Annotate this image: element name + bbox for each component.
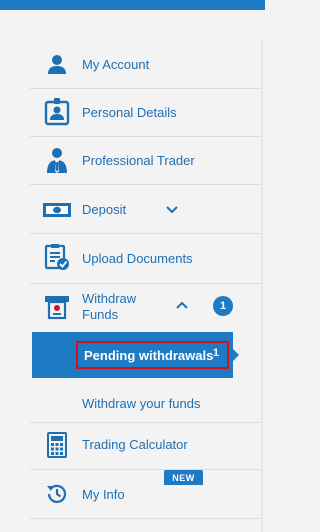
menu-item-label: Professional Trader — [82, 153, 195, 168]
menu-item-withdraw-funds[interactable]: Withdraw Funds 1 — [30, 284, 262, 332]
menu-item-trading-calculator[interactable]: Trading Calculator — [30, 423, 262, 470]
history-clock-icon — [42, 479, 72, 509]
id-badge-icon — [42, 97, 72, 127]
document-check-icon — [42, 242, 72, 272]
menu-item-label: Deposit — [82, 202, 127, 217]
chevron-up-icon[interactable] — [174, 297, 190, 313]
menu-item-label: Personal Details — [82, 105, 177, 120]
user-icon — [42, 49, 72, 79]
menu-item-my-info[interactable]: My Info — [30, 484, 262, 519]
menu-item-label: Upload Documents — [82, 251, 193, 266]
submenu-item-label: Pending withdrawals — [84, 348, 214, 363]
menu-item-label: Trading Calculator — [82, 437, 188, 452]
menu-item-label: Withdraw Funds — [82, 291, 137, 322]
calculator-icon — [42, 430, 72, 460]
banknote-icon — [40, 195, 74, 225]
pending-count: 1 — [212, 347, 219, 359]
submenu-item-withdraw-your-funds[interactable]: Withdraw your funds — [82, 396, 201, 411]
new-badge: NEW — [164, 470, 203, 485]
menu-item-upload-documents[interactable]: Upload Documents — [30, 234, 262, 284]
menu-item-personal-details[interactable]: Personal Details — [30, 89, 262, 137]
top-accent-bar — [0, 0, 265, 10]
menu-item-deposit[interactable]: Deposit — [30, 185, 262, 234]
withdraw-wallet-icon — [42, 292, 72, 322]
withdraw-count-badge: 1 — [213, 296, 233, 316]
businessman-icon — [42, 145, 72, 175]
menu-item-label: My Info — [82, 487, 125, 502]
submenu-item-pending-withdrawals[interactable]: Pending withdrawals 1 — [76, 341, 229, 369]
menu-item-label: My Account — [82, 57, 150, 72]
chevron-down-icon[interactable] — [164, 202, 180, 218]
active-pointer-arrow — [233, 349, 239, 361]
menu-item-professional-trader[interactable]: Professional Trader — [30, 137, 262, 185]
menu-item-my-account[interactable]: My Account — [30, 40, 262, 89]
